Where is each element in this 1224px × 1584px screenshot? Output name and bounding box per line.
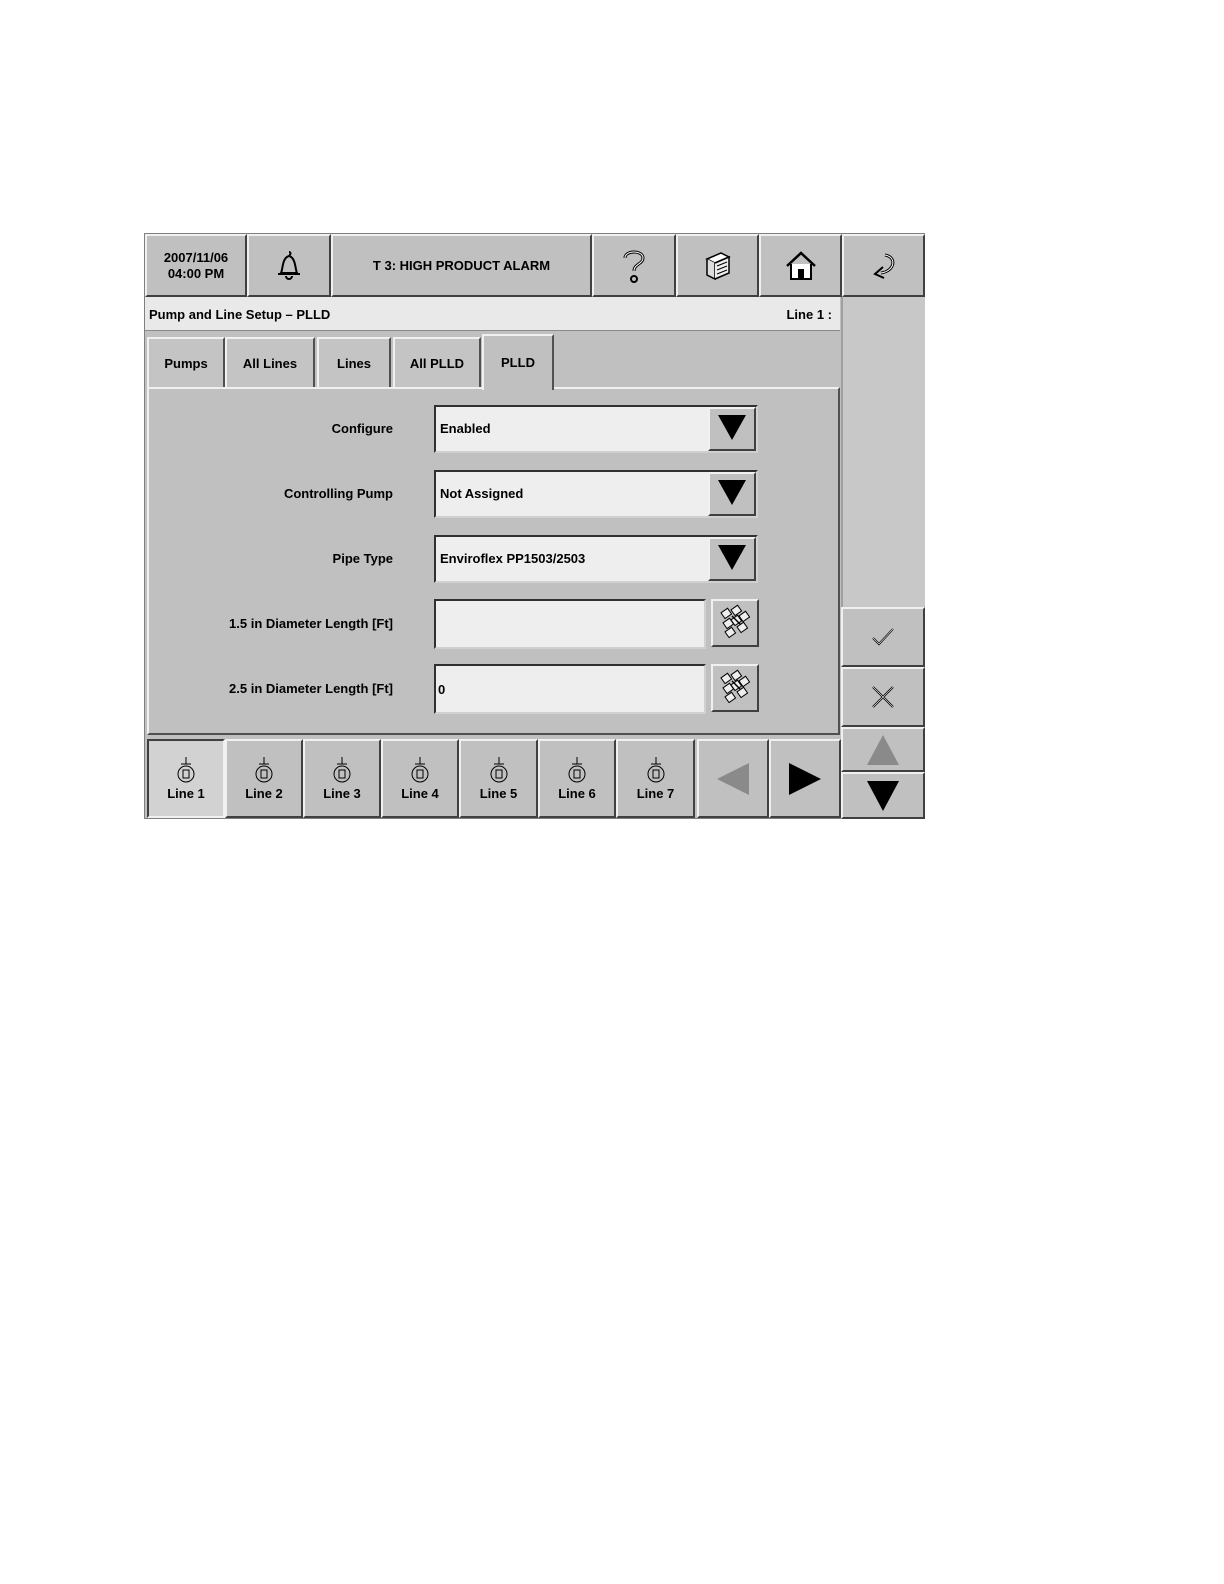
pump-icon bbox=[487, 756, 511, 784]
date-time-display: 2007/11/06 04:00 PM bbox=[145, 234, 247, 297]
pump-icon bbox=[408, 756, 432, 784]
line-2-button[interactable]: Line 2 bbox=[225, 739, 303, 818]
tls-console-screen: 2007/11/06 04:00 PM T 3: HIGH PRODUCT AL… bbox=[144, 233, 925, 819]
triangle-down-icon bbox=[717, 542, 747, 577]
configure-dropdown-arrow[interactable] bbox=[708, 407, 756, 451]
keypad-icon bbox=[718, 604, 752, 643]
length-25-input[interactable]: 0 bbox=[434, 664, 706, 714]
length-25-keypad-button[interactable] bbox=[711, 664, 759, 712]
back-icon bbox=[867, 249, 901, 283]
pump-icon bbox=[330, 756, 354, 784]
arrow-left-icon bbox=[716, 762, 750, 796]
length-15-keypad-button[interactable] bbox=[711, 599, 759, 647]
screen-title-bar: Pump and Line Setup – PLLD Line 1 : bbox=[145, 297, 840, 331]
controlling-pump-dropdown-arrow[interactable] bbox=[708, 472, 756, 516]
arrow-up-icon bbox=[866, 734, 900, 766]
length-25-label: 2.5 in Diameter Length [Ft] bbox=[229, 681, 393, 696]
controlling-pump-value: Not Assigned bbox=[440, 486, 524, 501]
configure-dropdown[interactable]: Enabled bbox=[434, 405, 758, 453]
previous-page-button[interactable] bbox=[697, 739, 769, 818]
tab-pumps[interactable]: Pumps bbox=[147, 337, 225, 387]
tab-plld-label: PLLD bbox=[501, 354, 535, 370]
pipe-type-dropdown-arrow[interactable] bbox=[708, 537, 756, 581]
triangle-down-icon bbox=[717, 477, 747, 512]
current-line-label: Line 1 : bbox=[786, 307, 832, 322]
arrow-down-icon bbox=[866, 780, 900, 812]
triangle-down-icon bbox=[717, 412, 747, 447]
date-text: 2007/11/06 bbox=[163, 249, 229, 265]
alarm-status-button[interactable]: T 3: HIGH PRODUCT ALARM bbox=[331, 234, 592, 297]
length-25-value: 0 bbox=[438, 682, 446, 697]
line-6-button[interactable]: Line 6 bbox=[538, 739, 616, 818]
configure-value: Enabled bbox=[440, 421, 491, 436]
alarm-status-text: T 3: HIGH PRODUCT ALARM bbox=[372, 258, 551, 273]
line-3-label: Line 3 bbox=[323, 786, 361, 801]
line-7-button[interactable]: Line 7 bbox=[616, 739, 695, 818]
tab-all-plld-label: All PLLD bbox=[409, 355, 465, 371]
line-7-label: Line 7 bbox=[636, 786, 675, 801]
pipe-type-dropdown[interactable]: Enviroflex PP1503/2503 bbox=[434, 535, 758, 583]
line-2-label: Line 2 bbox=[245, 786, 283, 801]
arrow-right-icon bbox=[788, 762, 822, 796]
cancel-button[interactable] bbox=[841, 667, 925, 727]
line-1-label: Line 1 bbox=[167, 786, 205, 801]
time-text: 04:00 PM bbox=[167, 265, 225, 281]
tab-lines[interactable]: Lines bbox=[317, 337, 391, 387]
keypad-icon bbox=[718, 669, 752, 708]
line-1-button[interactable]: Line 1 bbox=[147, 739, 225, 818]
next-page-button[interactable] bbox=[769, 739, 841, 818]
line-6-label: Line 6 bbox=[558, 786, 596, 801]
scroll-down-button[interactable] bbox=[841, 772, 925, 819]
controlling-pump-label: Controlling Pump bbox=[283, 486, 393, 501]
help-button[interactable] bbox=[592, 234, 676, 297]
home-button[interactable] bbox=[759, 234, 842, 297]
pump-icon bbox=[174, 756, 198, 784]
line-3-button[interactable]: Line 3 bbox=[303, 739, 381, 818]
tab-all-lines-label: All Lines bbox=[242, 355, 298, 371]
reports-icon bbox=[701, 249, 735, 283]
tab-all-plld[interactable]: All PLLD bbox=[393, 337, 481, 387]
scroll-up-button[interactable] bbox=[841, 727, 925, 772]
home-icon bbox=[784, 249, 818, 283]
tab-all-lines[interactable]: All Lines bbox=[225, 337, 315, 387]
pump-icon bbox=[644, 756, 668, 784]
tab-lines-label: Lines bbox=[337, 355, 371, 371]
tab-plld[interactable]: PLLD bbox=[482, 334, 554, 390]
alarm-bell-button[interactable] bbox=[247, 234, 331, 297]
pipe-type-label: Pipe Type bbox=[332, 551, 393, 566]
help-icon bbox=[617, 247, 651, 285]
length-15-label: 1.5 in Diameter Length [Ft] bbox=[229, 616, 393, 631]
length-15-input[interactable] bbox=[434, 599, 706, 649]
pump-icon bbox=[252, 756, 276, 784]
x-icon bbox=[870, 684, 896, 710]
bell-icon bbox=[272, 249, 306, 283]
line-5-button[interactable]: Line 5 bbox=[459, 739, 538, 818]
page-title: Pump and Line Setup – PLLD bbox=[149, 307, 331, 322]
line-4-label: Line 4 bbox=[401, 786, 439, 801]
reports-button[interactable] bbox=[676, 234, 759, 297]
plld-settings-panel: Configure Enabled Controlling Pump Not A… bbox=[147, 387, 840, 735]
right-side-panel bbox=[841, 297, 925, 607]
line-5-label: Line 5 bbox=[479, 786, 518, 801]
pipe-type-value: Enviroflex PP1503/2503 bbox=[440, 551, 586, 566]
pump-icon bbox=[565, 756, 589, 784]
line-4-button[interactable]: Line 4 bbox=[381, 739, 459, 818]
accept-button[interactable] bbox=[841, 607, 925, 667]
controlling-pump-dropdown[interactable]: Not Assigned bbox=[434, 470, 758, 518]
configure-label: Configure bbox=[331, 421, 393, 436]
checkmark-icon bbox=[870, 626, 896, 648]
back-button[interactable] bbox=[842, 234, 925, 297]
tab-pumps-label: Pumps bbox=[164, 355, 208, 371]
